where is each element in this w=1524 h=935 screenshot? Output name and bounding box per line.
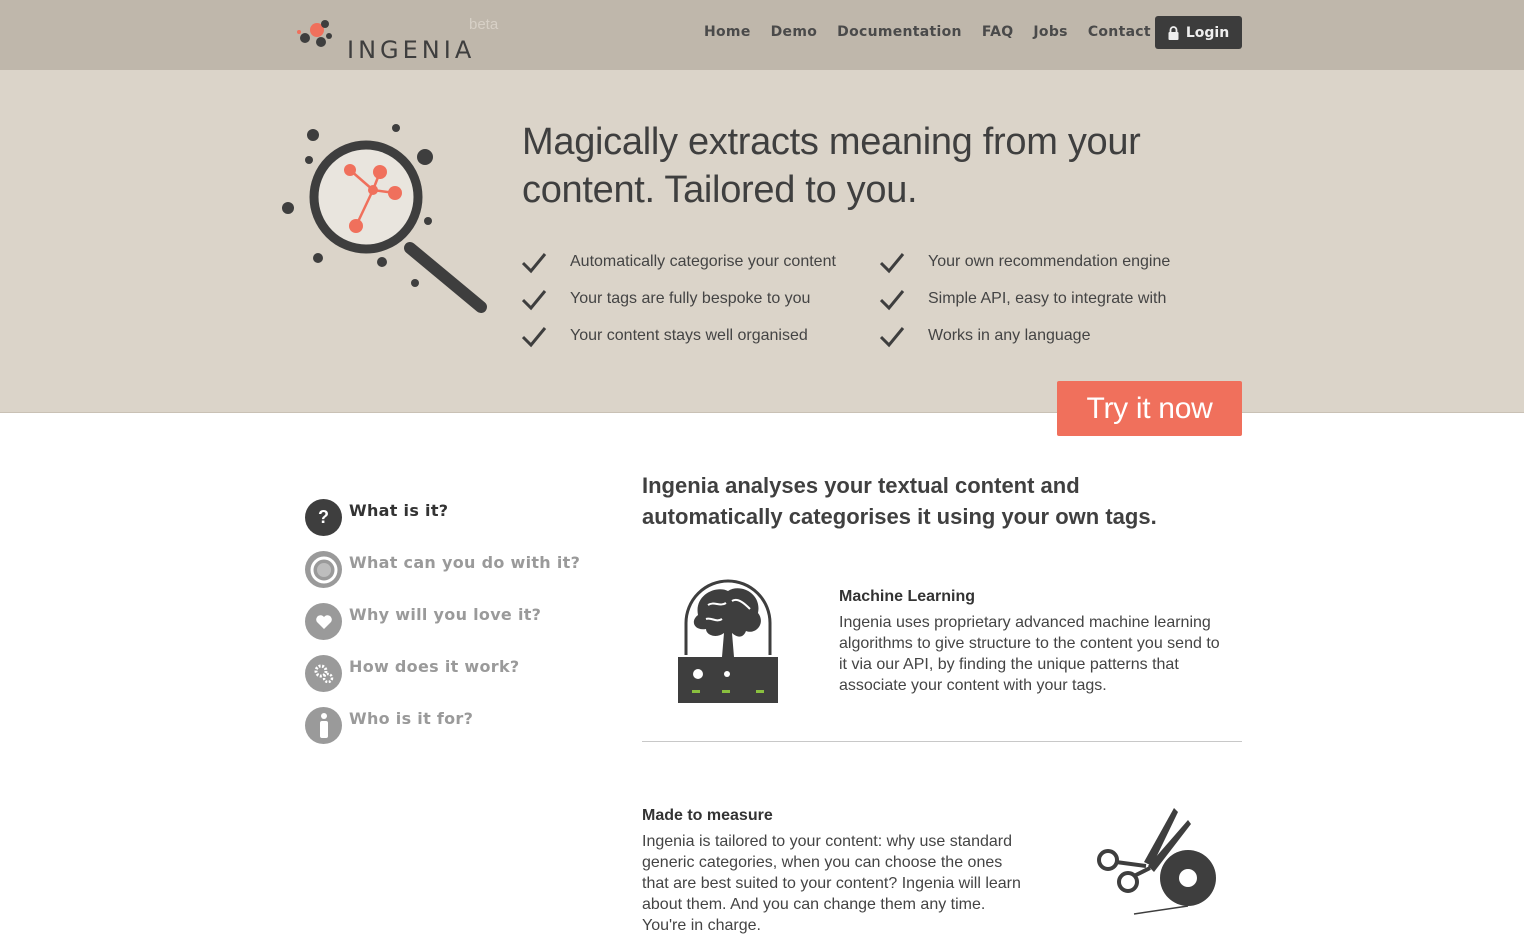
nav-faq[interactable]: FAQ bbox=[972, 0, 1024, 70]
nav-contact[interactable]: Contact bbox=[1078, 0, 1161, 70]
feature-text: Simple API, easy to integrate with bbox=[928, 290, 1167, 307]
feature-item: Your content stays well organised bbox=[522, 324, 808, 348]
side-menu-what-can-you-do[interactable]: What can you do with it? bbox=[305, 551, 580, 588]
checkmark-icon bbox=[522, 327, 547, 348]
intro-line1: Ingenia analyses your textual content an… bbox=[642, 473, 1080, 498]
heart-icon bbox=[305, 603, 342, 640]
feature-item: Simple API, easy to integrate with bbox=[880, 287, 1166, 311]
feature-text: Your own recommendation engine bbox=[928, 253, 1171, 270]
checkmark-icon bbox=[522, 253, 547, 274]
side-menu-why-love-it[interactable]: Why will you love it? bbox=[305, 603, 541, 640]
try-it-now-button[interactable]: Try it now bbox=[1057, 381, 1242, 436]
nav-home[interactable]: Home bbox=[694, 0, 761, 73]
made-to-measure-title: Made to measure bbox=[642, 807, 773, 824]
question-icon: ? bbox=[305, 499, 342, 536]
feature-item: Automatically categorise your content bbox=[522, 250, 836, 274]
machine-learning-text: Ingenia uses proprietary advanced machin… bbox=[839, 614, 1220, 694]
feature-item: Works in any language bbox=[880, 324, 1090, 348]
feature-text: Your content stays well organised bbox=[570, 327, 808, 344]
brand-logo[interactable]: INGENIA beta bbox=[295, 16, 515, 64]
brand-name: INGENIA bbox=[347, 36, 476, 64]
intro-heading: Ingenia analyses your textual content an… bbox=[642, 470, 1242, 532]
side-menu-who-is-it-for[interactable]: Who is it for? bbox=[305, 707, 473, 744]
checkmark-icon bbox=[880, 253, 905, 274]
login-label: Login bbox=[1185, 24, 1230, 41]
gears-icon bbox=[305, 655, 342, 692]
section-divider bbox=[642, 741, 1242, 742]
logo-molecule-icon bbox=[297, 20, 332, 47]
side-menu-what-is-it[interactable]: ? What is it? bbox=[305, 499, 448, 536]
magnifier-illustration-icon bbox=[282, 124, 487, 313]
checkmark-icon bbox=[880, 327, 905, 348]
hero-title: Magically extracts meaning from your con… bbox=[522, 118, 1222, 214]
hero-title-line2: content. Tailored to you. bbox=[522, 169, 918, 211]
checkmark-icon bbox=[880, 290, 905, 311]
scissors-tape-illustration-icon bbox=[1097, 808, 1216, 915]
target-icon bbox=[305, 551, 342, 588]
top-navigation-bar: INGENIA beta Home Demo Documentation FAQ… bbox=[0, 0, 1524, 73]
nav-jobs[interactable]: Jobs bbox=[1023, 0, 1077, 70]
feature-item: Your own recommendation engine bbox=[880, 250, 1170, 274]
hero-section: Magically extracts meaning from your con… bbox=[0, 70, 1524, 413]
feature-text: Works in any language bbox=[928, 327, 1091, 344]
feature-text: Your tags are fully bespoke to you bbox=[570, 290, 811, 307]
hero-title-line1: Magically extracts meaning from your bbox=[522, 121, 1141, 163]
feature-item: Your tags are fully bespoke to you bbox=[522, 287, 810, 311]
login-button[interactable]: Login bbox=[1155, 16, 1242, 49]
side-menu-how-does-it-work[interactable]: How does it work? bbox=[305, 655, 520, 692]
beta-badge: beta bbox=[469, 16, 499, 33]
nav-demo[interactable]: Demo bbox=[761, 0, 828, 70]
intro-line2: automatically categorises it using your … bbox=[642, 504, 1157, 529]
machine-learning-title: Machine Learning bbox=[839, 588, 976, 605]
checkmark-icon bbox=[522, 290, 547, 311]
feature-text: Automatically categorise your content bbox=[570, 253, 836, 270]
lock-icon bbox=[1168, 25, 1179, 40]
made-to-measure-text: Ingenia is tailored to your content: why… bbox=[642, 833, 1021, 934]
person-icon bbox=[305, 707, 342, 744]
main-nav: Home Demo Documentation FAQ Jobs Contact bbox=[694, 0, 1161, 73]
brain-machine-illustration-icon bbox=[678, 579, 778, 703]
nav-documentation[interactable]: Documentation bbox=[827, 0, 972, 70]
